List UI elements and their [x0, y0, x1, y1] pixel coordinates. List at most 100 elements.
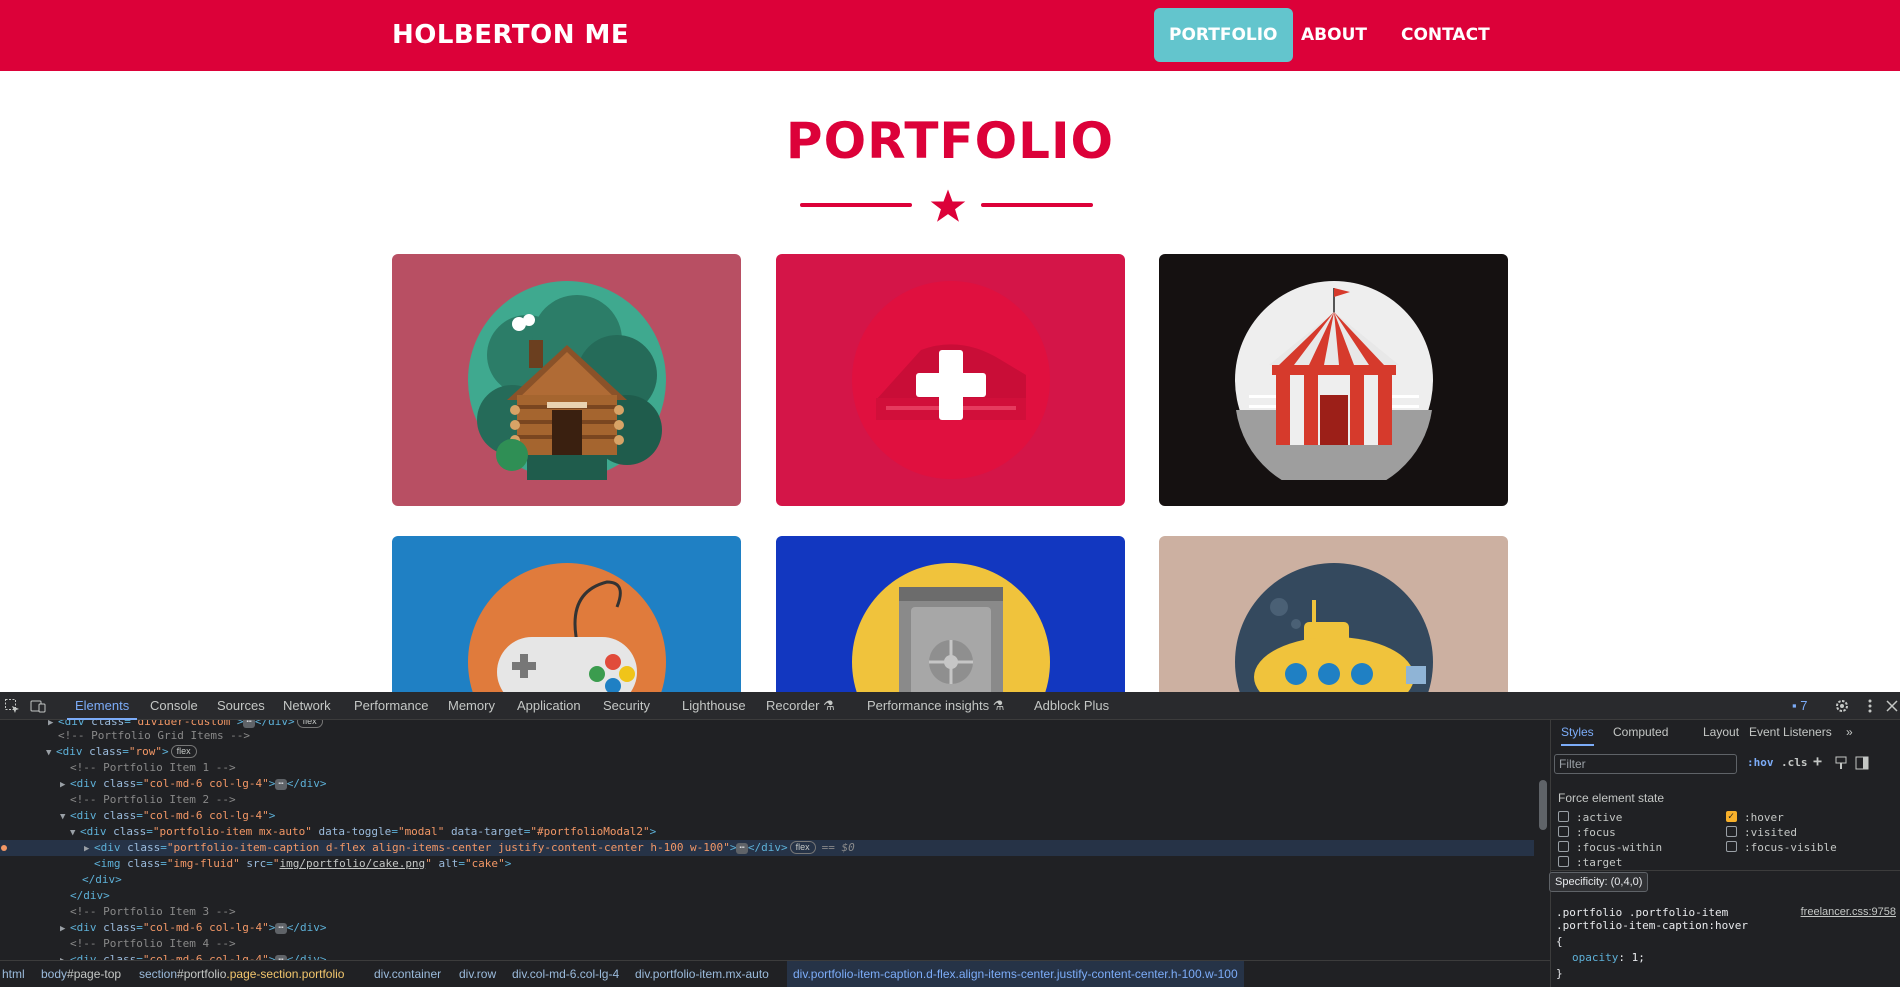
css-rule-selector[interactable]: .portfolio .portfolio-item .portfolio-it… — [1556, 906, 1748, 932]
nav-about[interactable]: ABOUT — [1286, 8, 1382, 62]
crumb-body[interactable]: body#page-top — [41, 961, 121, 987]
dom-comment[interactable]: <!-- Portfolio Item 3 --> — [0, 904, 1534, 920]
img-src-link[interactable]: img/portfolio/cake.png — [279, 857, 425, 870]
nav-contact[interactable]: CONTACT — [1386, 8, 1505, 62]
cake-image — [852, 281, 1050, 479]
state-hover[interactable]: :hover — [1726, 809, 1784, 826]
dom-ellipsis[interactable]: ⋯ — [243, 720, 255, 728]
tab-event-listeners[interactable]: Event Listeners — [1749, 720, 1832, 746]
checkbox-checked[interactable] — [1726, 809, 1737, 825]
portfolio-item-game[interactable] — [392, 536, 741, 692]
dom-node-portfolio-item[interactable]: ▼ <div class="portfolio-item mx-auto" dat… — [0, 824, 1534, 840]
hov-toggle[interactable]: :hov — [1747, 756, 1774, 769]
device-toolbar-icon[interactable] — [30, 698, 46, 714]
dom-node-img[interactable]: <img class="img-fluid" src="img/portfoli… — [0, 856, 1534, 872]
more-tabs-icon[interactable]: » — [1846, 720, 1853, 746]
dom-ellipsis[interactable]: ⋯ — [736, 843, 748, 854]
flex-badge[interactable]: flex — [296, 720, 323, 728]
state-visited[interactable]: :visited — [1726, 825, 1797, 841]
flask-icon: ⚗ — [823, 698, 835, 713]
crumb-col[interactable]: div.col-md-6.col-lg-4 — [512, 961, 619, 987]
paint-icon[interactable] — [1834, 756, 1848, 770]
tab-sources[interactable]: Sources — [217, 692, 265, 720]
inspect-element-icon[interactable] — [4, 698, 20, 714]
dom-node-col[interactable]: ▼ <div class="col-md-6 col-lg-4"> — [0, 808, 1534, 824]
tab-performance-insights[interactable]: Performance insights ⚗ — [867, 692, 1004, 720]
portfolio-item-submarine[interactable] — [1159, 536, 1508, 692]
cls-toggle[interactable]: .cls — [1781, 756, 1808, 769]
css-declaration[interactable]: opacity: 1; — [1556, 950, 1645, 966]
crumb-html[interactable]: html — [2, 961, 25, 987]
checkbox[interactable] — [1726, 826, 1737, 837]
crumb-row[interactable]: div.row — [459, 961, 496, 987]
breadcrumb: html body#page-top section#portfolio.pag… — [0, 960, 1550, 987]
dom-closing-tag[interactable]: </div> — [0, 888, 1534, 904]
flex-badge[interactable]: flex — [170, 745, 197, 758]
portfolio-item-cabin[interactable] — [392, 254, 741, 506]
portfolio-item-circus[interactable] — [1159, 254, 1508, 506]
tab-security[interactable]: Security — [603, 692, 650, 720]
dom-closing-tag[interactable]: </div> — [0, 872, 1534, 888]
checkbox[interactable] — [1726, 841, 1737, 852]
tab-computed[interactable]: Computed — [1613, 720, 1668, 746]
dom-scrollbar[interactable] — [1536, 720, 1550, 960]
tab-console[interactable]: Console — [150, 692, 198, 720]
crumb-tag: body — [41, 967, 68, 981]
brand-logo[interactable]: HOLBERTON ME — [392, 20, 629, 50]
checkbox[interactable] — [1558, 826, 1569, 837]
state-active[interactable]: :active — [1558, 810, 1622, 826]
state-focus-within[interactable]: :focus-within — [1558, 840, 1662, 856]
state-target[interactable]: :target — [1558, 855, 1622, 871]
dom-attr-value: img-fluid — [173, 857, 234, 870]
dom-comment[interactable]: <!-- Portfolio Item 1 --> — [0, 760, 1534, 776]
checkbox[interactable] — [1558, 841, 1569, 852]
navbar: HOLBERTON ME PORTFOLIO ABOUT CONTACT — [0, 0, 1900, 71]
tab-network[interactable]: Network — [283, 692, 331, 720]
close-icon[interactable] — [1884, 698, 1900, 714]
dom-attr-value: col-md-6 col-lg-4 — [149, 921, 263, 934]
more-options-icon[interactable] — [1862, 698, 1878, 714]
nav-portfolio[interactable]: PORTFOLIO — [1154, 8, 1293, 62]
dom-comment[interactable]: <!-- Portfolio Grid Items --> — [0, 728, 1534, 744]
tab-lighthouse[interactable]: Lighthouse — [682, 692, 746, 720]
dom-ellipsis[interactable]: ⋯ — [275, 923, 287, 934]
crumb-section[interactable]: section#portfolio.page-section.portfolio — [139, 961, 344, 987]
issues-counter[interactable]: ▪ 7 — [1792, 692, 1807, 720]
tab-application[interactable]: Application — [517, 692, 581, 720]
dom-comment[interactable]: <!-- Portfolio Item 4 --> — [0, 936, 1534, 952]
css-prop-name[interactable]: opacity — [1572, 951, 1618, 964]
state-label: :active — [1576, 811, 1623, 824]
dom-node-col[interactable]: ▶<div class="col-md-6 col-lg-4">⋯</div> — [0, 952, 1534, 960]
checkbox[interactable] — [1558, 856, 1569, 867]
state-focus[interactable]: :focus — [1558, 825, 1616, 841]
styles-filter-input[interactable]: Filter — [1554, 754, 1737, 774]
dom-node-row[interactable]: ▼ <div class="row"> flex — [0, 744, 1534, 760]
dom-node-col[interactable]: ▶<div class="col-md-6 col-lg-4">⋯</div> — [0, 776, 1534, 792]
css-source-link[interactable]: freelancer.css:9758 — [1801, 906, 1896, 918]
dom-attr-value: col-md-6 col-lg-4 — [149, 777, 263, 790]
tab-styles[interactable]: Styles — [1561, 720, 1594, 746]
settings-gear-icon[interactable] — [1834, 698, 1850, 714]
portfolio-item-safe[interactable] — [776, 536, 1125, 692]
tab-adblock-plus[interactable]: Adblock Plus — [1034, 692, 1109, 720]
tab-memory[interactable]: Memory — [448, 692, 495, 720]
crumb-portfolio-item[interactable]: div.portfolio-item.mx-auto — [635, 961, 769, 987]
tab-performance[interactable]: Performance — [354, 692, 428, 720]
tab-recorder[interactable]: Recorder ⚗ — [766, 692, 835, 720]
crumb-container[interactable]: div.container — [374, 961, 441, 987]
dom-node-col[interactable]: ▶<div class="col-md-6 col-lg-4">⋯</div> — [0, 920, 1534, 936]
css-prop-value[interactable]: 1; — [1632, 951, 1645, 964]
flex-badge[interactable]: flex — [789, 841, 816, 854]
dom-ellipsis[interactable]: ⋯ — [275, 779, 287, 790]
state-focus-visible[interactable]: :focus-visible — [1726, 840, 1837, 856]
dom-comment[interactable]: <!-- Portfolio Item 2 --> — [0, 792, 1534, 808]
sidebar-toggle-icon[interactable] — [1855, 756, 1869, 770]
portfolio-item-cake[interactable] — [776, 254, 1125, 506]
add-rule-icon[interactable]: + — [1813, 752, 1822, 770]
crumb-caption-selected[interactable]: div.portfolio-item-caption.d-flex.align-… — [787, 961, 1244, 987]
checkbox[interactable] — [1558, 811, 1569, 822]
tab-layout[interactable]: Layout — [1703, 720, 1739, 746]
tab-elements[interactable]: Elements — [66, 692, 138, 720]
scrollbar-thumb[interactable] — [1539, 780, 1547, 830]
dom-node-caption-selected[interactable]: ▶ <div class="portfolio-item-caption d-fl… — [0, 840, 1534, 856]
